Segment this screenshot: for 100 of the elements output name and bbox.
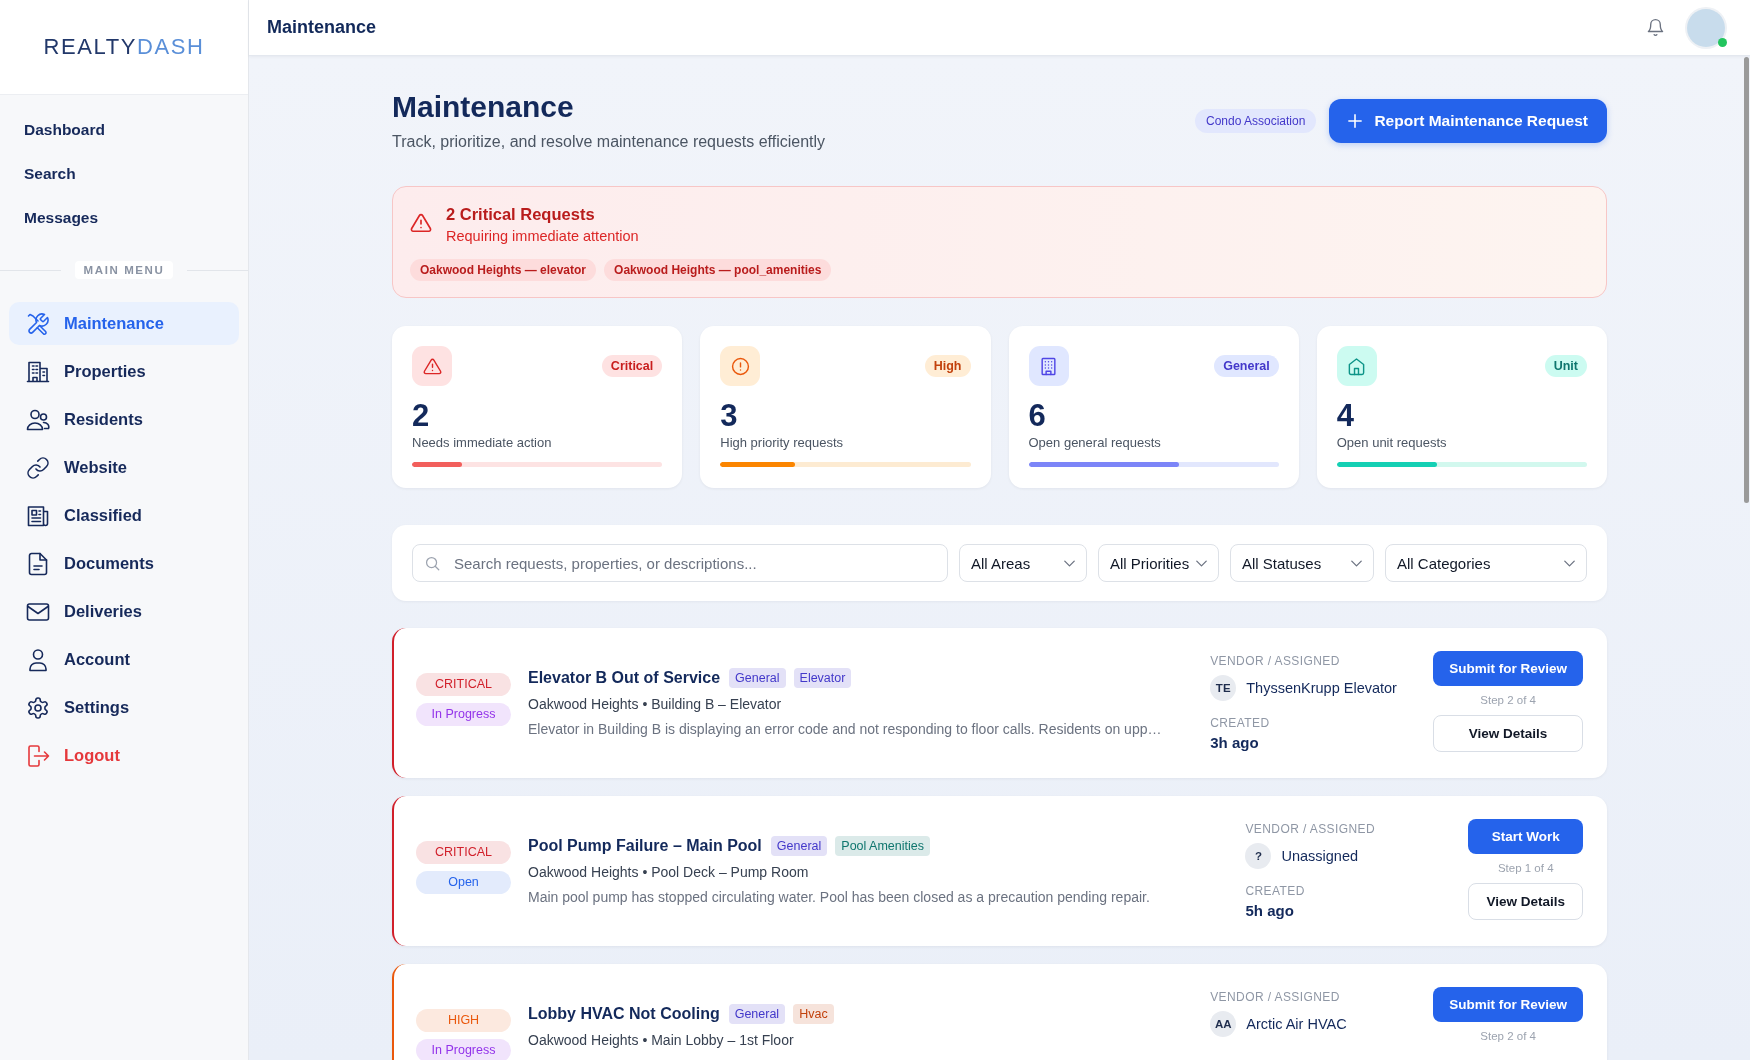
alert-subtitle: Requiring immediate attention xyxy=(446,227,639,245)
search-field[interactable]: Search requests, properties, or descriptions... xyxy=(412,544,948,582)
person-icon xyxy=(26,647,50,672)
building-icon xyxy=(26,359,50,384)
chevron-down-icon xyxy=(1196,559,1207,567)
category-badge: High xyxy=(924,355,971,377)
stat-value: 6 xyxy=(1028,399,1047,433)
sidebar-link[interactable]: Search xyxy=(24,164,76,184)
category-tag: Hvac xyxy=(793,1004,834,1024)
sidebar-link[interactable]: Dashboard xyxy=(24,120,105,140)
category-badge: Critical xyxy=(601,355,663,377)
initials-avatar: TE xyxy=(1210,675,1237,701)
stat-value: 2 xyxy=(412,399,431,433)
logo-wordmark: REALTYDASH xyxy=(43,34,205,60)
stat-label: High priority requests xyxy=(720,434,845,452)
sidebar-item[interactable]: Documents xyxy=(9,542,239,585)
category-badge: Unit xyxy=(1544,355,1587,377)
stat-value: 3 xyxy=(720,399,739,433)
vendor-name: Arctic Air HVAC xyxy=(1246,1016,1347,1032)
association-badge: Condo Association xyxy=(1195,109,1317,133)
step-label: Step 2 of 4 xyxy=(1479,1029,1537,1043)
page-subtitle: Track, prioritize, and resolve maintenance requests efficiently xyxy=(392,132,826,152)
priority-badge: HIGH xyxy=(416,1009,511,1032)
sidebar-item[interactable]: Classified xyxy=(9,494,239,537)
sidebar-item[interactable]: Logout xyxy=(9,734,239,777)
stat-label: Open unit requests xyxy=(1336,434,1448,452)
priority-badge: CRITICAL xyxy=(416,673,511,696)
filter-dropdown[interactable]: All Statuses xyxy=(1230,544,1374,582)
critical-tag: Oakwood Heights — elevator xyxy=(410,259,597,281)
primary-button[interactable]: Start Work xyxy=(1468,819,1583,854)
step-label: Step 2 of 4 xyxy=(1479,693,1537,707)
scrollbar-thumb[interactable] xyxy=(1744,57,1749,503)
sidebar-item[interactable]: Account xyxy=(9,638,239,681)
sidebar-item[interactable]: Residents xyxy=(9,398,239,441)
sidebar-item[interactable]: Deliveries xyxy=(9,590,239,633)
chevron-down-icon xyxy=(1064,559,1075,567)
request-location: Oakwood Heights • Pool Deck – Pump Room xyxy=(528,863,810,882)
primary-button[interactable]: Submit for Review xyxy=(1433,651,1583,686)
link-icon xyxy=(26,455,50,480)
details-button[interactable]: View Details xyxy=(1433,715,1583,752)
step-label: Step 1 of 4 xyxy=(1496,861,1555,875)
request-description: Main pool pump has stopped circulating water. Pool has been closed as a precaution pending repair. xyxy=(528,888,1151,907)
stat-label: Open general requests xyxy=(1028,434,1162,452)
details-button[interactable]: View Details xyxy=(1468,883,1583,920)
alert-title: 2 Critical Requests xyxy=(446,204,596,224)
created-time: 3h ago xyxy=(1210,733,1260,753)
search-icon xyxy=(425,556,440,571)
status-badge: Open xyxy=(416,871,511,894)
category-tag: Pool Amenities xyxy=(835,836,930,856)
warning-icon xyxy=(410,212,432,234)
warning-icon xyxy=(412,346,452,386)
category-badge: General xyxy=(1214,355,1279,377)
vendor-name: Unassigned xyxy=(1281,848,1359,864)
bell-icon[interactable] xyxy=(1646,18,1665,37)
vendor-label: VENDOR / ASSIGNED xyxy=(1245,821,1376,837)
initials-avatar: ? xyxy=(1245,843,1272,869)
tools-icon xyxy=(26,311,50,336)
request-title: Pool Pump Failure – Main Pool xyxy=(528,837,762,855)
created-label: CREATED xyxy=(1210,715,1271,731)
created-label: CREATED xyxy=(1245,883,1306,899)
request-location: Oakwood Heights • Building B – Elevator xyxy=(528,695,783,714)
category-tag: General xyxy=(770,836,828,856)
sidebar-item[interactable]: Settings xyxy=(9,686,239,729)
category-tag: Elevator xyxy=(793,668,852,688)
filter-dropdown[interactable]: All Areas xyxy=(959,544,1087,582)
critical-tag: Oakwood Heights — pool_amenities xyxy=(604,259,832,281)
sidebar-link[interactable]: Messages xyxy=(24,208,99,228)
primary-button[interactable]: Submit for Review xyxy=(1433,987,1583,1022)
vendor-label: VENDOR / ASSIGNED xyxy=(1210,653,1341,669)
request-title: Lobby HVAC Not Cooling xyxy=(528,1005,720,1023)
plus-icon xyxy=(1348,114,1363,128)
settings-icon xyxy=(26,695,50,720)
sidebar-item[interactable]: Properties xyxy=(9,350,239,393)
sidebar-item[interactable]: Website xyxy=(9,446,239,489)
status-badge: In Progress xyxy=(416,1039,511,1060)
page-heading: Maintenance xyxy=(392,89,575,125)
category-tag: General xyxy=(728,1004,786,1024)
house-icon xyxy=(1336,346,1377,386)
request-title: Elevator B Out of Service xyxy=(528,669,721,687)
chevron-down-icon xyxy=(1351,559,1362,567)
request-description: Elevator in Building B is displaying an error code and not responding to floor calls. Residents on upp… xyxy=(528,720,1163,739)
user-avatar[interactable] xyxy=(1687,8,1725,47)
vendor-name: ThyssenKrupp Elevator xyxy=(1246,680,1397,696)
people-icon xyxy=(26,407,50,432)
stat-value: 4 xyxy=(1336,399,1355,433)
report-request-button[interactable]: Report Maintenance Request xyxy=(1329,99,1607,143)
priority-badge: CRITICAL xyxy=(416,841,511,864)
header-title: Maintenance xyxy=(267,17,377,38)
filter-dropdown[interactable]: All Categories xyxy=(1385,544,1587,582)
vendor-label: VENDOR / ASSIGNED xyxy=(1210,989,1341,1005)
initials-avatar: AA xyxy=(1210,1011,1237,1037)
chevron-down-icon xyxy=(1564,559,1575,567)
status-badge: In Progress xyxy=(416,703,511,726)
logout-icon xyxy=(26,743,50,768)
filter-dropdown[interactable]: All Priorities xyxy=(1098,544,1219,582)
newspaper-icon xyxy=(26,503,50,528)
sidebar-item[interactable]: Maintenance xyxy=(9,302,239,345)
request-location: Oakwood Heights • Main Lobby – 1st Floor xyxy=(528,1031,795,1050)
section-label: MAIN MENU xyxy=(74,261,174,279)
stat-label: Needs immediate action xyxy=(412,434,553,452)
